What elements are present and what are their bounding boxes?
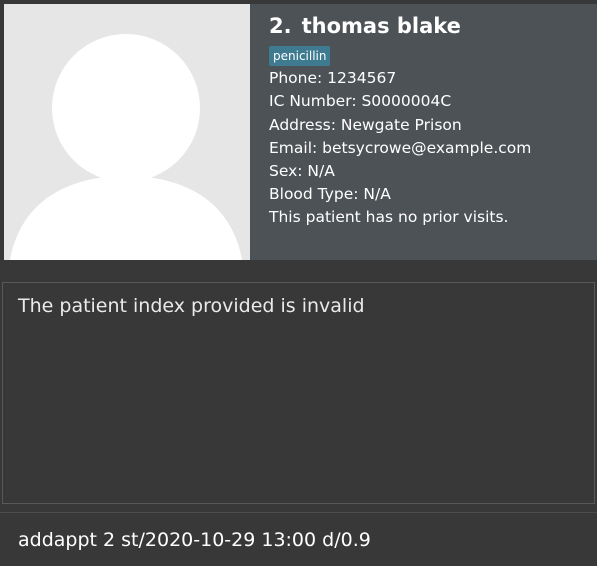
command-box <box>0 513 597 566</box>
avatar-placeholder-icon <box>4 4 250 260</box>
patient-address: Address: Newgate Prison <box>269 116 462 134</box>
patient-visit-history: This patient has no prior visits. <box>269 208 509 226</box>
patient-phone: Phone: 1234567 <box>269 69 397 87</box>
command-input[interactable] <box>0 513 597 566</box>
allergy-tag: penicillin <box>269 46 331 66</box>
app-window: 2. thomas blake penicillin Phone: 1234567… <box>0 0 597 566</box>
patient-ic-number: IC Number: S0000004C <box>269 92 452 110</box>
patient-name: thomas blake <box>301 14 461 38</box>
patient-header: 2. thomas blake <box>269 14 461 38</box>
patient-blood-type: Blood Type: N/A <box>269 185 391 203</box>
patient-card[interactable]: 2. thomas blake penicillin Phone: 1234567… <box>0 0 597 264</box>
result-display[interactable]: The patient index provided is invalid <box>2 282 595 504</box>
result-message: The patient index provided is invalid <box>18 295 365 317</box>
patient-details: 2. thomas blake penicillin Phone: 1234567… <box>250 4 597 260</box>
patient-sex: Sex: N/A <box>269 162 335 180</box>
patient-email: Email: betsycrowe@example.com <box>269 139 532 157</box>
patient-photo <box>4 4 250 260</box>
patient-index: 2. <box>269 14 292 38</box>
